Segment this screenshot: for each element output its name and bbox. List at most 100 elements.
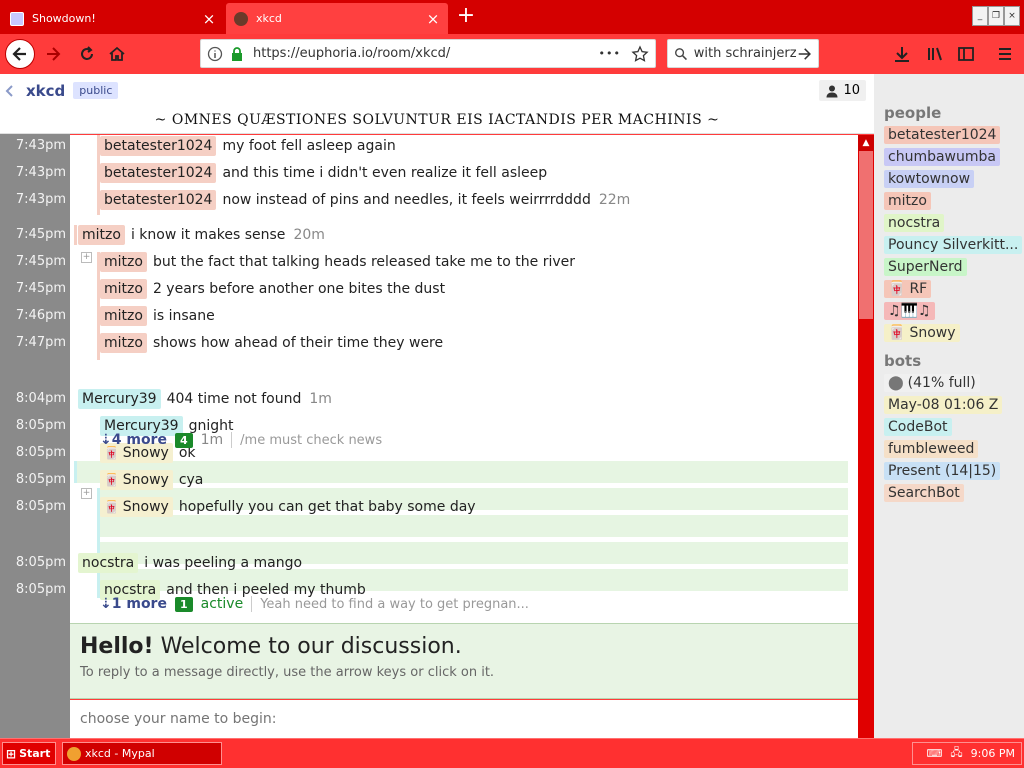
- message-author[interactable]: mitzo: [100, 252, 147, 272]
- bot-item[interactable]: May-08 01:06 Z: [884, 396, 1003, 414]
- person-item[interactable]: ♫🎹♫: [884, 302, 935, 320]
- author-name: Mercury39: [82, 391, 157, 407]
- sidebar-toggle-button[interactable]: [951, 39, 981, 69]
- message-author[interactable]: mitzo: [100, 306, 147, 326]
- timestamp-gutter: [0, 132, 70, 738]
- room-name[interactable]: xkcd: [26, 82, 65, 100]
- more-preview: Yeah need to find a way to get pregnan..…: [260, 596, 529, 612]
- page-actions-icon[interactable]: •••: [599, 47, 621, 60]
- close-tab-icon[interactable]: ×: [426, 11, 440, 26]
- nickname-input[interactable]: [70, 700, 858, 738]
- start-button[interactable]: ⊞ Start: [2, 742, 56, 765]
- thread-more-indicator[interactable]: ⇣ 4 more 4 1m /me must check news: [100, 432, 382, 448]
- message-row[interactable]: mitzo is insane: [100, 304, 215, 328]
- message-row[interactable]: mitzo shows how ahead of their time they …: [100, 331, 443, 355]
- welcome-heading: Hello! Welcome to our discussion.: [80, 634, 848, 659]
- bookmark-star-icon[interactable]: [631, 44, 649, 63]
- bot-item[interactable]: CodeBot: [884, 418, 952, 436]
- reload-button[interactable]: [72, 39, 102, 69]
- thread-collapse-icon[interactable]: +: [81, 252, 92, 263]
- message-author[interactable]: mitzo: [78, 225, 125, 245]
- tab-showdown[interactable]: Showdown! ×: [2, 3, 224, 34]
- person-item[interactable]: nocstra: [884, 214, 945, 232]
- showdown-favicon-icon: [10, 11, 24, 26]
- more-link[interactable]: 4 more: [112, 432, 167, 448]
- bot-item[interactable]: Present (14|15): [884, 462, 1001, 480]
- scroll-up-arrow-icon[interactable]: ▲: [858, 135, 874, 151]
- message-row[interactable]: mitzo but the fact that talking heads rel…: [100, 250, 575, 274]
- forward-arrow-icon: [47, 47, 61, 61]
- message-author[interactable]: 🀄 Snowy: [100, 497, 173, 517]
- search-go-arrow-icon[interactable]: [797, 45, 812, 63]
- person-item[interactable]: 🀄 Snowy: [884, 324, 960, 342]
- back-button[interactable]: [5, 39, 35, 69]
- menu-button[interactable]: [990, 39, 1020, 69]
- message-author[interactable]: mitzo: [100, 279, 147, 299]
- thread-more-indicator[interactable]: ⇣ 1 more 1 active Yeah need to find a wa…: [100, 596, 529, 612]
- message-row[interactable]: betatester1024 now instead of pins and ne…: [100, 188, 630, 212]
- person-item[interactable]: mitzo: [884, 192, 931, 210]
- message-author[interactable]: betatester1024: [100, 163, 217, 183]
- chat-scrollbar[interactable]: ▲: [858, 135, 874, 740]
- bots-list: ⬤ (41% full) May-08 01:06 Z CodeBot fumblewe…: [884, 374, 1014, 502]
- message-timestamp: 7:43pm: [15, 165, 66, 180]
- author-name: mitzo: [104, 308, 143, 324]
- network-icon[interactable]: 🖧: [950, 744, 962, 763]
- minimize-button[interactable]: _: [972, 6, 988, 26]
- message-row[interactable]: betatester1024 and this time i didn't eve…: [100, 161, 547, 185]
- author-name: Snowy: [122, 499, 169, 515]
- taskbar-window-item[interactable]: xkcd - Mypal: [62, 742, 222, 765]
- message-row[interactable]: 🀄 Snowy cya: [100, 468, 203, 492]
- search-bar[interactable]: with schrainjerz: [667, 39, 819, 68]
- collapse-arrow-icon[interactable]: [4, 84, 14, 98]
- restore-button[interactable]: ❐: [988, 6, 1004, 26]
- person-item[interactable]: kowtownow: [884, 170, 975, 188]
- keyboard-icon[interactable]: ⌨: [927, 747, 943, 760]
- message-row[interactable]: Mercury39 404 time not found 1m: [78, 387, 332, 411]
- scroll-thumb[interactable]: [859, 151, 873, 319]
- people-heading: people: [884, 104, 942, 122]
- message-author[interactable]: nocstra: [78, 553, 139, 573]
- more-link[interactable]: 1 more: [112, 596, 167, 612]
- close-window-button[interactable]: ×: [1004, 6, 1020, 26]
- tab-xkcd[interactable]: xkcd ×: [226, 3, 448, 34]
- welcome-title: Welcome to our discussion.: [160, 634, 462, 659]
- search-input[interactable]: with schrainjerz: [694, 46, 797, 61]
- home-button[interactable]: [102, 39, 132, 69]
- bot-item[interactable]: SearchBot: [884, 484, 964, 502]
- message-timestamp: 7:47pm: [15, 335, 66, 350]
- taskbar-window-label: xkcd - Mypal: [85, 747, 155, 760]
- new-tab-button[interactable]: +: [454, 4, 478, 28]
- people-list: betatester1024 chumbawumba kowtownow mitzo n…: [884, 126, 1023, 342]
- message-row[interactable]: mitzo 2 years before another one bites th…: [100, 277, 445, 301]
- message-row[interactable]: 🀄 Snowy hopefully you can get that baby s…: [100, 495, 476, 519]
- message-row[interactable]: betatester1024 my foot fell asleep again: [100, 135, 396, 158]
- message-author[interactable]: mitzo: [100, 333, 147, 353]
- user-count-button[interactable]: 10: [819, 80, 866, 101]
- library-button[interactable]: [920, 39, 950, 69]
- more-preview: /me must check news: [240, 432, 383, 448]
- clock[interactable]: 9:06 PM: [971, 747, 1015, 760]
- address-bar[interactable]: https://euphoria.io/room/xkcd/ •••: [200, 39, 656, 68]
- person-item[interactable]: SuperNerd: [884, 258, 967, 276]
- message-row[interactable]: mitzo i know it makes sense 20m: [78, 223, 325, 247]
- info-icon[interactable]: [207, 46, 223, 62]
- bot-item[interactable]: fumbleweed: [884, 440, 979, 458]
- forward-button[interactable]: [38, 39, 68, 69]
- bot-item[interactable]: ⬤ (41% full): [884, 374, 980, 392]
- message-row[interactable]: nocstra i was peeling a mango: [78, 551, 302, 575]
- person-item[interactable]: 🀄 RF: [884, 280, 932, 298]
- message-author[interactable]: betatester1024: [100, 190, 217, 210]
- person-item[interactable]: Pouncy Silverkitt...: [884, 236, 1023, 254]
- bots-heading: bots: [884, 352, 922, 370]
- close-tab-icon[interactable]: ×: [202, 11, 216, 26]
- status-dot-icon: ⬤: [888, 375, 904, 391]
- downloads-button[interactable]: [887, 39, 917, 69]
- message-author[interactable]: Mercury39: [78, 389, 161, 409]
- person-item[interactable]: chumbawumba: [884, 148, 1000, 166]
- message-author[interactable]: 🀄 Snowy: [100, 470, 173, 490]
- person-item[interactable]: betatester1024: [884, 126, 1001, 144]
- user-name: chumbawumba: [888, 149, 996, 165]
- message-author[interactable]: betatester1024: [100, 136, 217, 156]
- thread-collapse-icon[interactable]: +: [81, 488, 92, 499]
